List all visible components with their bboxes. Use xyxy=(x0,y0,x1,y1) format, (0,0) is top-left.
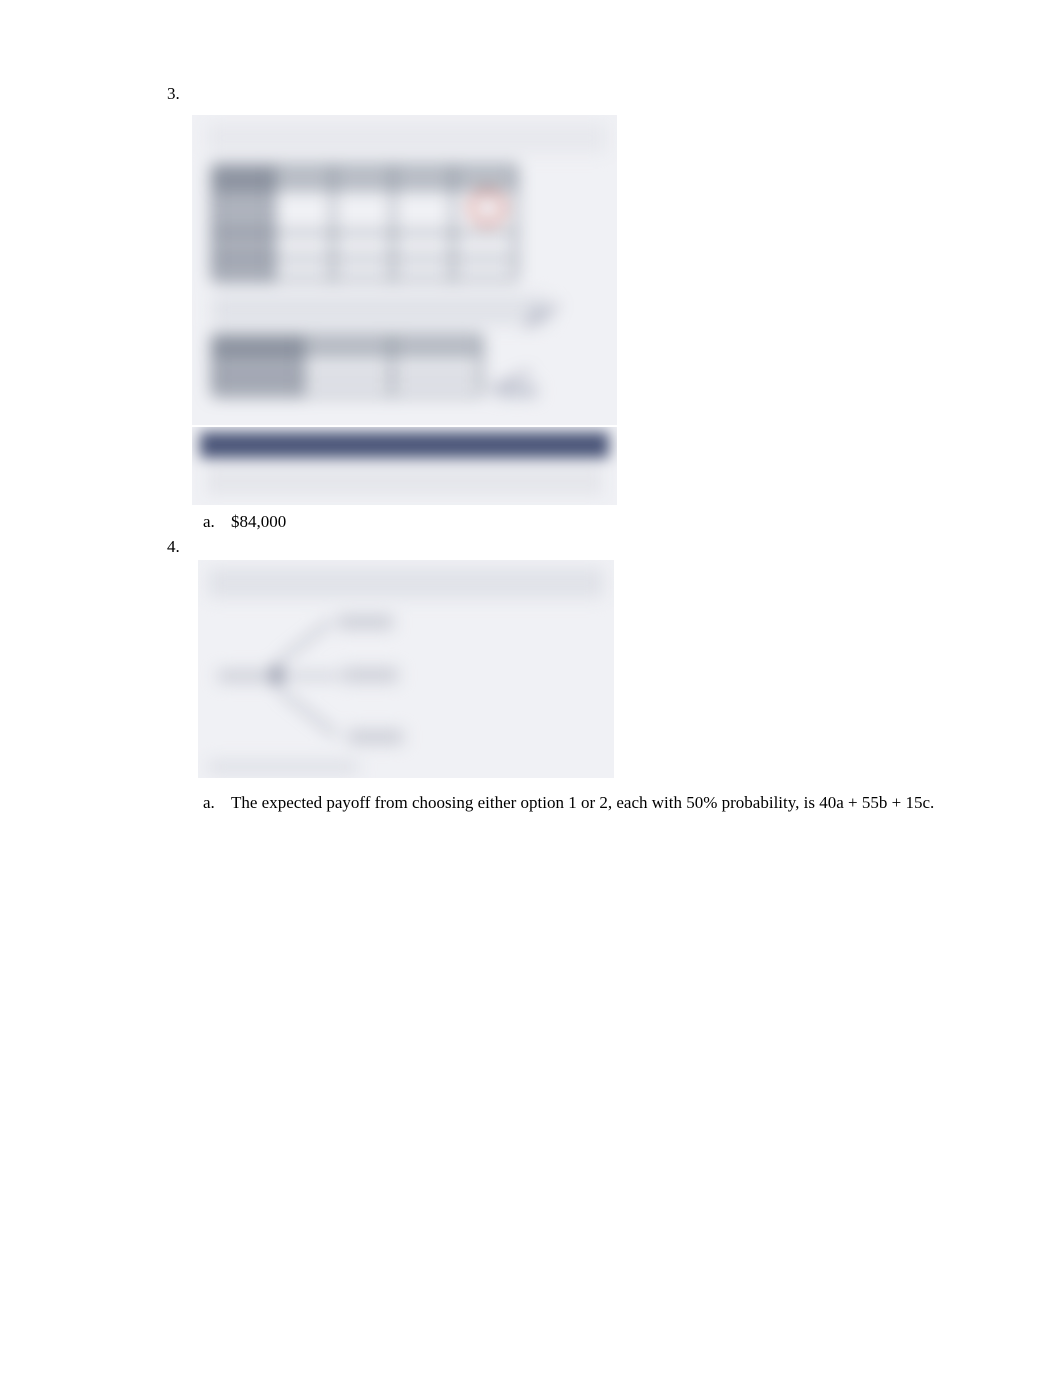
tree-leaf-label xyxy=(343,668,398,682)
table-cell xyxy=(393,357,480,375)
table-cell xyxy=(334,189,394,232)
tree-branch xyxy=(279,620,331,662)
table-cell xyxy=(274,189,334,232)
table-cell xyxy=(454,167,514,187)
figure-footer-blur xyxy=(208,761,358,773)
arrow-label xyxy=(530,307,550,319)
table-row xyxy=(214,377,480,397)
question-3-bar-figure xyxy=(192,427,617,505)
table-cell xyxy=(454,259,514,282)
table-cell xyxy=(214,357,303,375)
blurred-figure-content xyxy=(198,560,614,778)
table-cell xyxy=(394,234,454,257)
sublist-letter: a. xyxy=(203,510,231,534)
table-cell xyxy=(214,167,274,187)
table-cell xyxy=(334,167,394,187)
figure-table-1 xyxy=(212,165,517,280)
tree-leaf-label xyxy=(338,615,393,629)
question-4-figure xyxy=(198,560,614,778)
tree-leaf-label xyxy=(348,730,403,744)
table-cell xyxy=(303,337,392,355)
table-cell xyxy=(394,189,454,232)
table-cell xyxy=(214,259,274,282)
tree-branch xyxy=(280,675,340,677)
highlight-circle-icon xyxy=(470,190,505,225)
table-cell xyxy=(214,337,303,355)
figure-subtext-blur xyxy=(212,295,547,325)
answer-text-3a: $84,000 xyxy=(231,510,286,534)
table-cell xyxy=(274,234,334,257)
table-cell xyxy=(214,234,274,257)
table-cell xyxy=(334,259,394,282)
dark-bar-banner xyxy=(200,432,609,458)
figure-text-blur xyxy=(207,467,602,495)
table-cell xyxy=(394,259,454,282)
table-cell xyxy=(393,377,480,397)
table-cell xyxy=(454,234,514,257)
table-cell xyxy=(214,189,274,232)
table-cell xyxy=(214,377,303,397)
table-cell xyxy=(303,357,392,375)
tree-root-label xyxy=(218,670,273,682)
table-cell xyxy=(274,167,334,187)
tree-branch xyxy=(279,690,337,736)
figure-heading-blur xyxy=(208,568,604,598)
figure-table-2 xyxy=(212,335,482,395)
table-cell xyxy=(303,377,392,397)
table-row xyxy=(214,234,515,259)
table-cell xyxy=(334,234,394,257)
document-page: 3. xyxy=(0,0,1062,80)
table-cell xyxy=(394,167,454,187)
decision-tree xyxy=(218,615,418,745)
question-3-figure xyxy=(192,115,617,425)
figure-heading-blur xyxy=(207,123,607,153)
sublist-letter: a. xyxy=(203,790,231,816)
answer-text-4a: The expected payoff from choosing either… xyxy=(231,790,962,816)
table-row xyxy=(214,167,515,189)
table-row xyxy=(214,337,480,357)
list-number-3: 3. xyxy=(167,82,180,106)
table-cell xyxy=(393,337,480,355)
arrow-label xyxy=(497,385,537,397)
table-row xyxy=(214,259,515,282)
blurred-figure-content xyxy=(192,115,617,425)
table-row xyxy=(214,357,480,377)
sub-item-3a: a. $84,000 xyxy=(203,510,286,534)
sub-item-4a: a. The expected payoff from choosing eit… xyxy=(203,790,962,816)
table-cell xyxy=(274,259,334,282)
blurred-figure-content xyxy=(192,427,617,505)
list-number-4: 4. xyxy=(167,535,180,559)
